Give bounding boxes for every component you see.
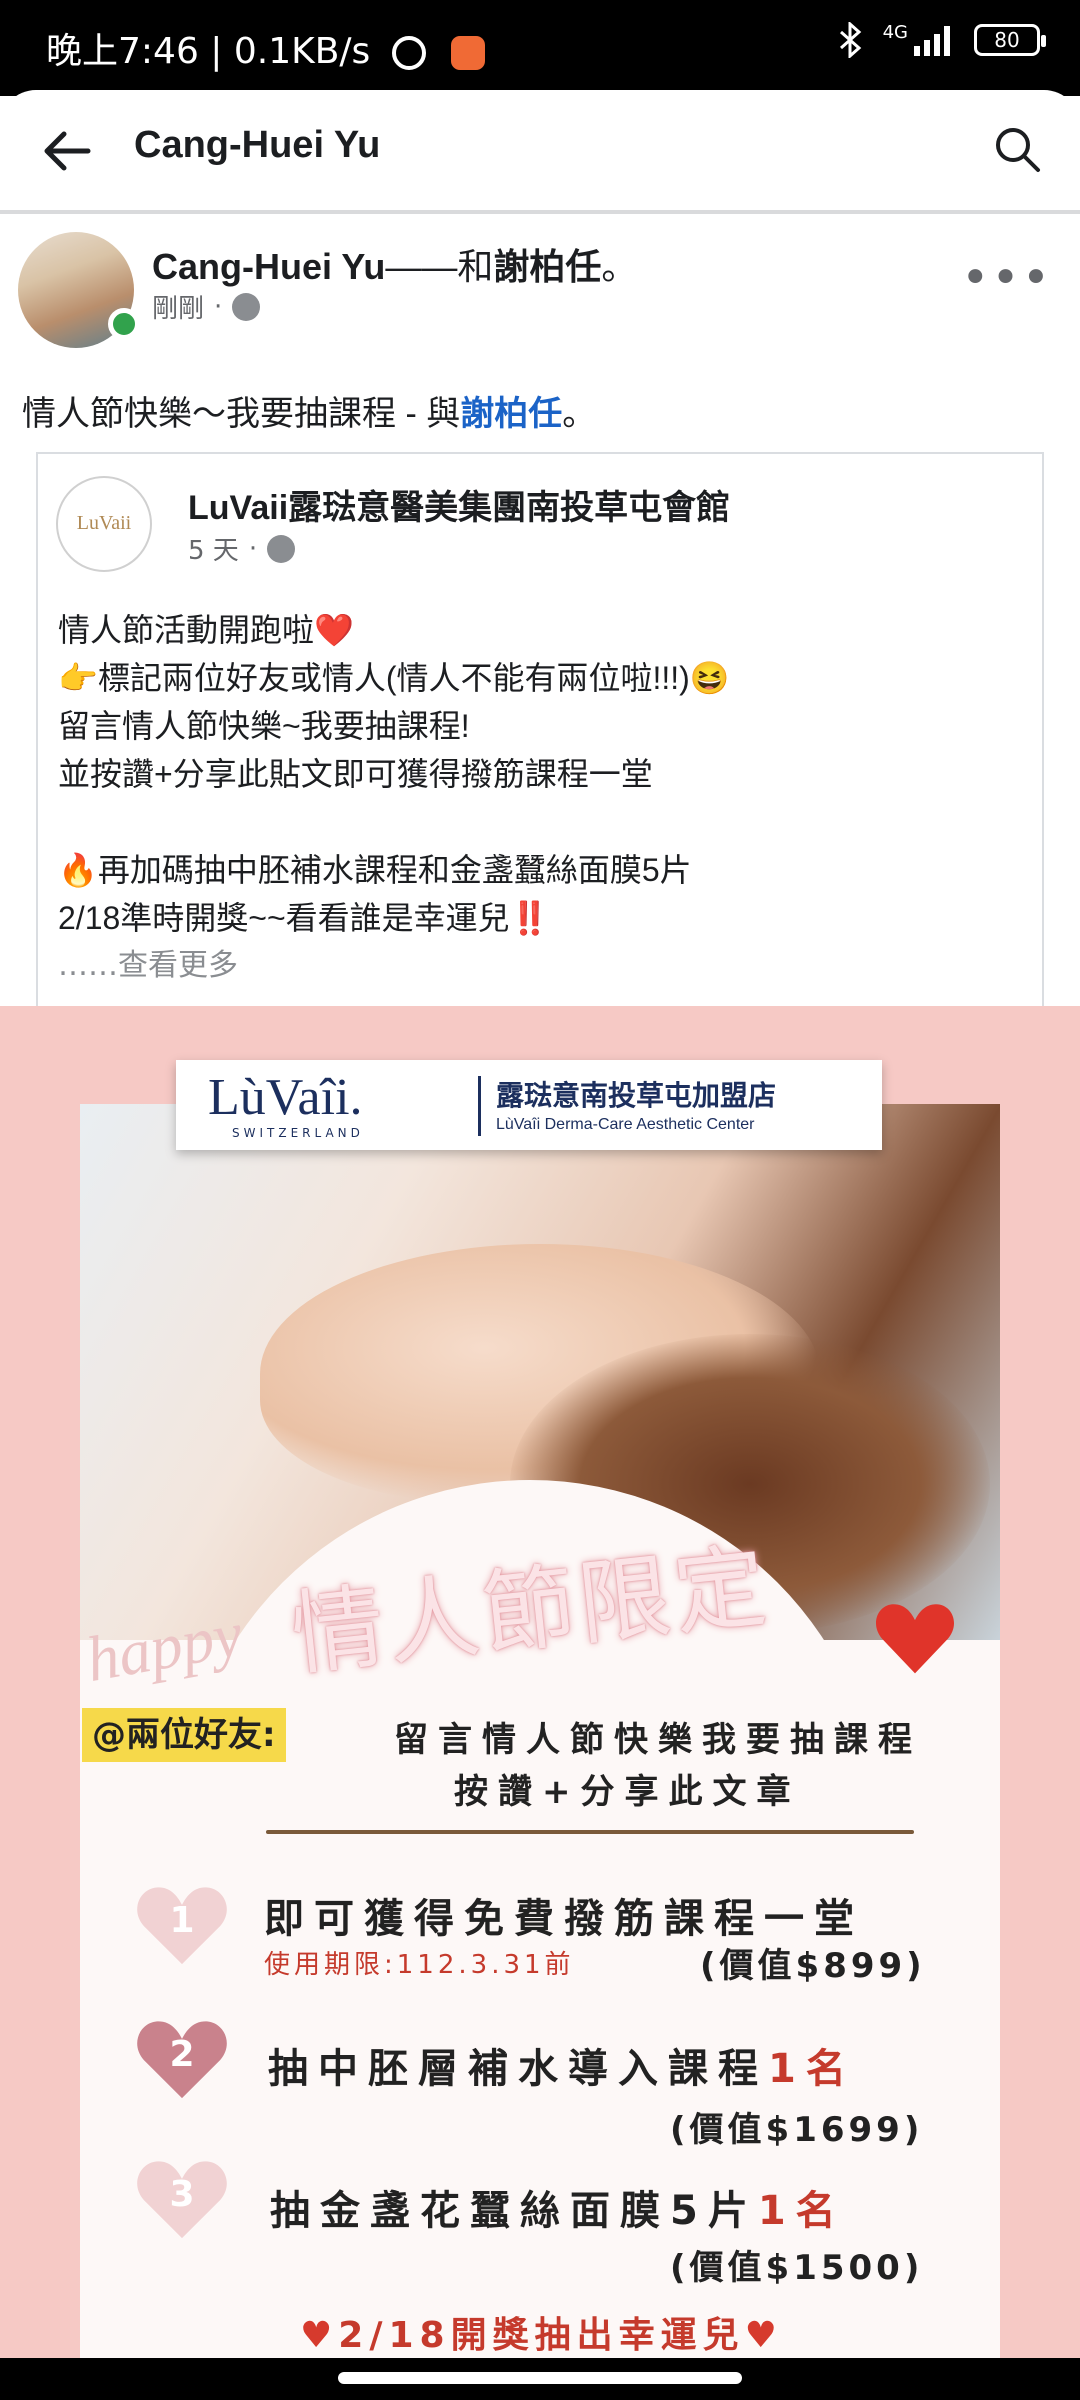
brand-logo: LùVaîi. — [208, 1069, 363, 1126]
item-2-value: (價值$1699) — [670, 2110, 924, 2150]
network-label: 4G — [882, 21, 908, 43]
item-1-heart-badge: 1 — [134, 1882, 230, 1968]
brand-store-subtitle: LùVaîi Derma-Care Aesthetic Center — [496, 1116, 755, 1133]
heart-icon — [876, 1604, 954, 1674]
brand-logo-sub: SWITZERLAND — [232, 1126, 364, 1140]
draw-date-banner: ♥2/18開獎抽出幸運兒♥ — [300, 2306, 783, 2358]
logo-divider — [478, 1076, 481, 1136]
item-2-heart-badge: 2 — [134, 2016, 230, 2102]
post-author-line: Cang-Huei Yu——和謝柏任。 — [152, 238, 637, 290]
caption-text: 情人節快樂～我要抽課程 - 與 — [22, 395, 461, 433]
promo-instruction-2: 按讚+分享此文章 — [454, 1772, 801, 1812]
notification-app-icon — [451, 36, 486, 70]
battery-icon: 80 — [974, 24, 1046, 56]
status-bar: 晚上7:46 | 0.1KB/s 4G 80 — [0, 0, 1080, 96]
item-2-label: 抽中胚層補水導入課程 — [268, 2046, 768, 2092]
post-caption: 情人節快樂～我要抽課程 - 與謝柏任。 — [22, 386, 596, 435]
author-name[interactable]: Cang-Huei Yu — [152, 246, 385, 287]
draw-date-text: 2/18開獎抽出幸運兒 — [338, 2315, 745, 2356]
shared-post-body: 情人節活動開跑啦❤️ 👉標記兩位好友或情人(情人不能有兩位啦!!!)😆 留言情人… — [58, 612, 730, 936]
item-1-expiry: 使用期限:112.3.31前 — [264, 1950, 575, 1980]
promo-instruction-1: 留言情人節快樂我要抽課程 — [394, 1720, 922, 1760]
item-3-text: 抽金盞花蠶絲面膜5片1名 — [270, 2178, 846, 2236]
caption-end: 。 — [562, 395, 597, 433]
shared-time[interactable]: 5 天 — [188, 530, 239, 567]
globe-icon — [267, 534, 296, 563]
with-text: ——和 — [385, 246, 494, 287]
item-3-count: 1名 — [757, 2188, 846, 2234]
item-3-label: 抽金盞花蠶絲面膜5片 — [270, 2188, 758, 2234]
bluetooth-icon — [839, 22, 861, 58]
item-2-number: 2 — [169, 2034, 195, 2075]
item-1-value: (價值$899) — [700, 1946, 926, 1986]
shared-post[interactable]: LuVaii LuVaii露琺意醫美集團南投草屯會館 5 天 · 情人節活動開跑… — [36, 452, 1044, 1012]
post-time[interactable]: 剛剛 — [152, 288, 204, 325]
item-1-number: 1 — [169, 1900, 195, 1941]
status-time: 晚上7:46 | 0.1KB/s — [46, 22, 486, 74]
item-2-count: 1名 — [768, 2046, 856, 2092]
status-time-text: 晚上7:46 | 0.1KB/s — [46, 31, 371, 72]
shared-page-name[interactable]: LuVaii露琺意醫美集團南投草屯會館 — [188, 480, 730, 529]
brand-logo-bar: LùVaîi. SWITZERLAND 露琺意南投草屯加盟店 LùVaîi De… — [176, 1060, 882, 1150]
tagged-user[interactable]: 謝柏任 — [493, 246, 601, 287]
back-arrow-icon[interactable] — [40, 124, 94, 178]
meta-dot: · — [214, 291, 223, 322]
battery-level: 80 — [994, 28, 1020, 52]
end-mark: 。 — [601, 246, 638, 287]
home-gesture-handle[interactable] — [338, 2372, 742, 2384]
post-meta: 剛剛 · — [152, 288, 261, 325]
app-header: Cang-Huei Yu — [0, 90, 1080, 214]
shared-meta-dot: · — [248, 533, 258, 564]
status-icons: 4G 80 — [835, 21, 1046, 58]
brand-store-name: 露琺意南投草屯加盟店 — [496, 1081, 777, 1112]
divider-line — [266, 1830, 914, 1834]
heart-icon: ♥ — [300, 2315, 339, 2356]
see-more-link[interactable]: ……查看更多 — [58, 940, 238, 984]
globe-icon — [232, 292, 261, 321]
system-nav-bar — [0, 2358, 1080, 2400]
page-title: Cang-Huei Yu — [134, 124, 381, 166]
caption-link[interactable]: 謝柏任 — [460, 395, 562, 433]
item-2-text: 抽中胚層補水導入課程1名 — [268, 2036, 856, 2094]
shared-meta: 5 天 · — [188, 530, 296, 567]
online-status-dot — [108, 308, 140, 340]
item-3-number: 3 — [169, 2174, 195, 2215]
signal-icon — [914, 26, 950, 56]
heart-icon: ♥ — [744, 2315, 783, 2356]
alarm-icon — [391, 36, 426, 70]
promo-image[interactable]: LùVaîi. SWITZERLAND 露琺意南投草屯加盟店 LùVaîi De… — [0, 1006, 1080, 2358]
item-3-value: (價值$1500) — [670, 2248, 924, 2288]
page-logo[interactable]: LuVaii — [56, 476, 152, 572]
tag-two-friends: @兩位好友: — [82, 1708, 286, 1762]
page-logo-text: LuVaii — [76, 512, 132, 534]
item-1-text: 即可獲得免費撥筋課程一堂 — [264, 1896, 864, 1942]
item-3-heart-badge: 3 — [134, 2156, 230, 2242]
search-icon[interactable] — [992, 124, 1042, 174]
more-options-icon[interactable]: ••• — [961, 250, 1052, 306]
